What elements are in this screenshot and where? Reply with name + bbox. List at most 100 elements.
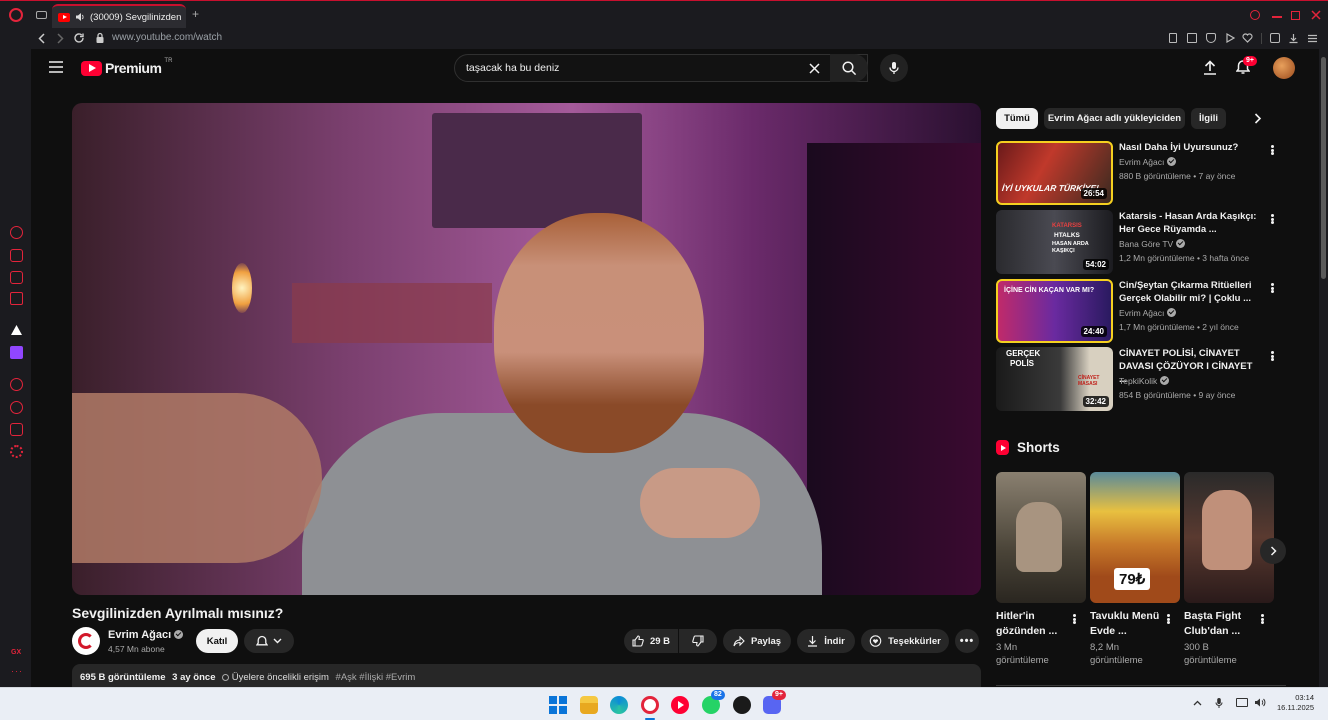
download-icon[interactable] <box>1288 33 1299 44</box>
video-thumbnail[interactable]: KATARSIS HTALKS HASAN ARDA KAŞIKÇI 54:02 <box>996 210 1113 274</box>
video-title[interactable]: Katarsis - Hasan Arda Kaşıkçı: Her Gece … <box>1119 210 1262 236</box>
video-title[interactable]: Cin/Şeytan Çıkarma Ritüelleri Gerçek Ola… <box>1119 279 1262 305</box>
clock[interactable]: 03:14 16.11.2025 <box>1274 693 1314 713</box>
voice-search-button[interactable] <box>880 54 908 82</box>
video-player[interactable] <box>72 103 981 595</box>
tray-chevron-icon[interactable] <box>1193 700 1202 706</box>
more-options-icon[interactable] <box>1267 143 1277 157</box>
account-avatar[interactable] <box>1273 57 1295 79</box>
windows-start-icon[interactable] <box>549 696 567 714</box>
channel-avatar[interactable] <box>72 627 100 655</box>
short-card[interactable]: 79₺ Tavuklu Menü Evde ... 8,2 Mn görüntü… <box>1090 472 1180 667</box>
whatsapp-icon[interactable]: 82 <box>702 690 725 714</box>
player-play-icon[interactable] <box>10 378 23 391</box>
gx-corner-icon[interactable] <box>10 249 23 262</box>
list-item[interactable]: GERÇEK POLİS CİNAYET MASASI 32:42 CİNAYE… <box>996 347 1286 411</box>
search-input[interactable]: taşacak ha bu deniz <box>466 62 559 74</box>
short-title[interactable]: Başta Fight Club'dan ... <box>1184 609 1256 639</box>
hamburger-menu-icon[interactable] <box>49 61 63 73</box>
easy-setup-icon[interactable] <box>1307 33 1318 44</box>
tab-youtube[interactable]: (30009) Sevgilinizden <box>52 4 186 28</box>
more-options-icon[interactable] <box>1267 281 1277 295</box>
channel-name[interactable]: Evrim Ağacı <box>1119 308 1177 318</box>
short-thumbnail[interactable]: 79₺ <box>1090 472 1180 603</box>
dislike-button[interactable] <box>679 629 717 653</box>
settings-icon[interactable] <box>10 445 23 458</box>
tab-overview-icon[interactable] <box>36 11 47 19</box>
extensions-icon[interactable] <box>10 423 23 436</box>
twitch-icon[interactable] <box>10 346 23 359</box>
page-scrollbar[interactable] <box>1319 49 1328 687</box>
more-options-icon[interactable] <box>1257 612 1267 626</box>
shorts-next-button[interactable] <box>1260 538 1286 564</box>
channel-name[interactable]: Bana Göre TV <box>1119 239 1186 249</box>
more-options-icon[interactable] <box>1069 612 1079 626</box>
close-window-button[interactable] <box>1310 9 1322 21</box>
reload-icon[interactable] <box>73 32 85 44</box>
more-sidebar-icon[interactable]: ··· <box>11 666 23 676</box>
notifications-button[interactable]: 9+ <box>1236 56 1257 75</box>
tray-microphone-icon[interactable] <box>1215 697 1223 709</box>
list-item[interactable]: İYİ UYKULAR TÜRKİYE! 26:54 Nasıl Daha İy… <box>996 141 1286 205</box>
profile-icon[interactable] <box>1270 33 1280 43</box>
search-box[interactable]: taşacak ha bu deniz <box>454 54 868 82</box>
clear-search-icon[interactable] <box>809 63 820 74</box>
new-tab-button[interactable]: + <box>189 8 202 21</box>
video-thumbnail[interactable]: GERÇEK POLİS CİNAYET MASASI 32:42 <box>996 347 1113 411</box>
chip-all[interactable]: Tümü <box>996 108 1038 129</box>
heart-icon[interactable] <box>1242 33 1253 43</box>
short-card[interactable]: Başta Fight Club'dan ... 300 B görüntüle… <box>1184 472 1274 667</box>
more-options-icon[interactable] <box>1267 212 1277 226</box>
chip-from-uploader[interactable]: Evrim Ağacı adlı yükleyiciden <box>1044 108 1185 129</box>
opera-gx-icon[interactable] <box>641 696 659 714</box>
tray-monitor-icon[interactable] <box>1236 698 1248 707</box>
opera-menu-icon[interactable] <box>9 8 23 22</box>
list-item[interactable]: İÇİNE CİN KAÇAN VAR MI? 24:40 Cin/Şeytan… <box>996 279 1286 343</box>
channel-name[interactable]: Evrim Ağacı <box>108 629 184 641</box>
description-box[interactable]: 695 B görüntüleme 3 ay önce Üyelere önce… <box>72 664 981 687</box>
short-card[interactable]: Hitler'in gözünden ... 3 Mn görüntüleme <box>996 472 1086 667</box>
video-thumbnail[interactable]: İÇİNE CİN KAÇAN VAR MI? 24:40 <box>996 279 1113 343</box>
tab-search-icon[interactable] <box>1250 10 1260 20</box>
tray-volume-icon[interactable] <box>1254 697 1266 708</box>
channel-name[interactable]: Evrim Ağacı <box>1119 157 1177 167</box>
file-explorer-icon[interactable] <box>580 696 598 714</box>
adblock-shield-icon[interactable] <box>1206 33 1216 43</box>
more-options-icon[interactable] <box>1163 612 1173 626</box>
join-button[interactable]: Katıl <box>196 629 238 653</box>
subscription-bell-button[interactable] <box>244 629 294 653</box>
game-app-icon[interactable] <box>733 696 751 714</box>
lock-icon[interactable] <box>95 32 105 44</box>
search-button[interactable] <box>830 54 868 82</box>
list-item[interactable]: KATARSIS HTALKS HASAN ARDA KAŞIKÇI 54:02… <box>996 210 1286 274</box>
hashtags[interactable]: #Aşk #İlişki #Evrim <box>336 672 416 683</box>
download-button[interactable]: İndir <box>797 629 855 653</box>
chevron-right-icon[interactable] <box>1254 113 1262 124</box>
minimize-button[interactable] <box>1272 16 1282 18</box>
video-thumbnail[interactable]: İYİ UYKULAR TÜRKİYE! 26:54 <box>996 141 1113 205</box>
share-button[interactable]: Paylaş <box>723 629 791 653</box>
gx-label[interactable]: GX <box>11 649 21 656</box>
player-side-icon[interactable] <box>10 292 23 305</box>
discord-icon[interactable]: 9+ <box>763 690 786 714</box>
more-actions-button[interactable]: ••• <box>955 629 979 653</box>
short-title[interactable]: Tavuklu Menü Evde ... <box>1090 609 1162 639</box>
url-field[interactable]: www.youtube.com/watch <box>112 32 222 43</box>
short-thumbnail[interactable] <box>1184 472 1274 603</box>
chip-related[interactable]: İlgili <box>1191 108 1226 129</box>
aria-ai-icon[interactable] <box>10 324 23 337</box>
twitch-alt-icon[interactable] <box>10 271 23 284</box>
youtube-music-icon[interactable] <box>671 696 689 714</box>
youtube-logo[interactable]: Premium TR <box>81 58 172 76</box>
channel-name[interactable]: TepkiKolik <box>1119 376 1170 386</box>
short-title[interactable]: Hitler'in gözünden ... <box>996 609 1068 639</box>
more-options-icon[interactable] <box>1267 349 1277 363</box>
thanks-button[interactable]: Teşekkürler <box>861 629 949 653</box>
gx-control-icon[interactable] <box>10 226 23 239</box>
maximize-button[interactable] <box>1291 11 1300 20</box>
upload-icon[interactable] <box>1203 60 1217 75</box>
like-button[interactable]: 29 B <box>624 629 678 653</box>
edge-icon[interactable] <box>610 696 628 714</box>
short-thumbnail[interactable] <box>996 472 1086 603</box>
back-icon[interactable] <box>37 33 47 44</box>
